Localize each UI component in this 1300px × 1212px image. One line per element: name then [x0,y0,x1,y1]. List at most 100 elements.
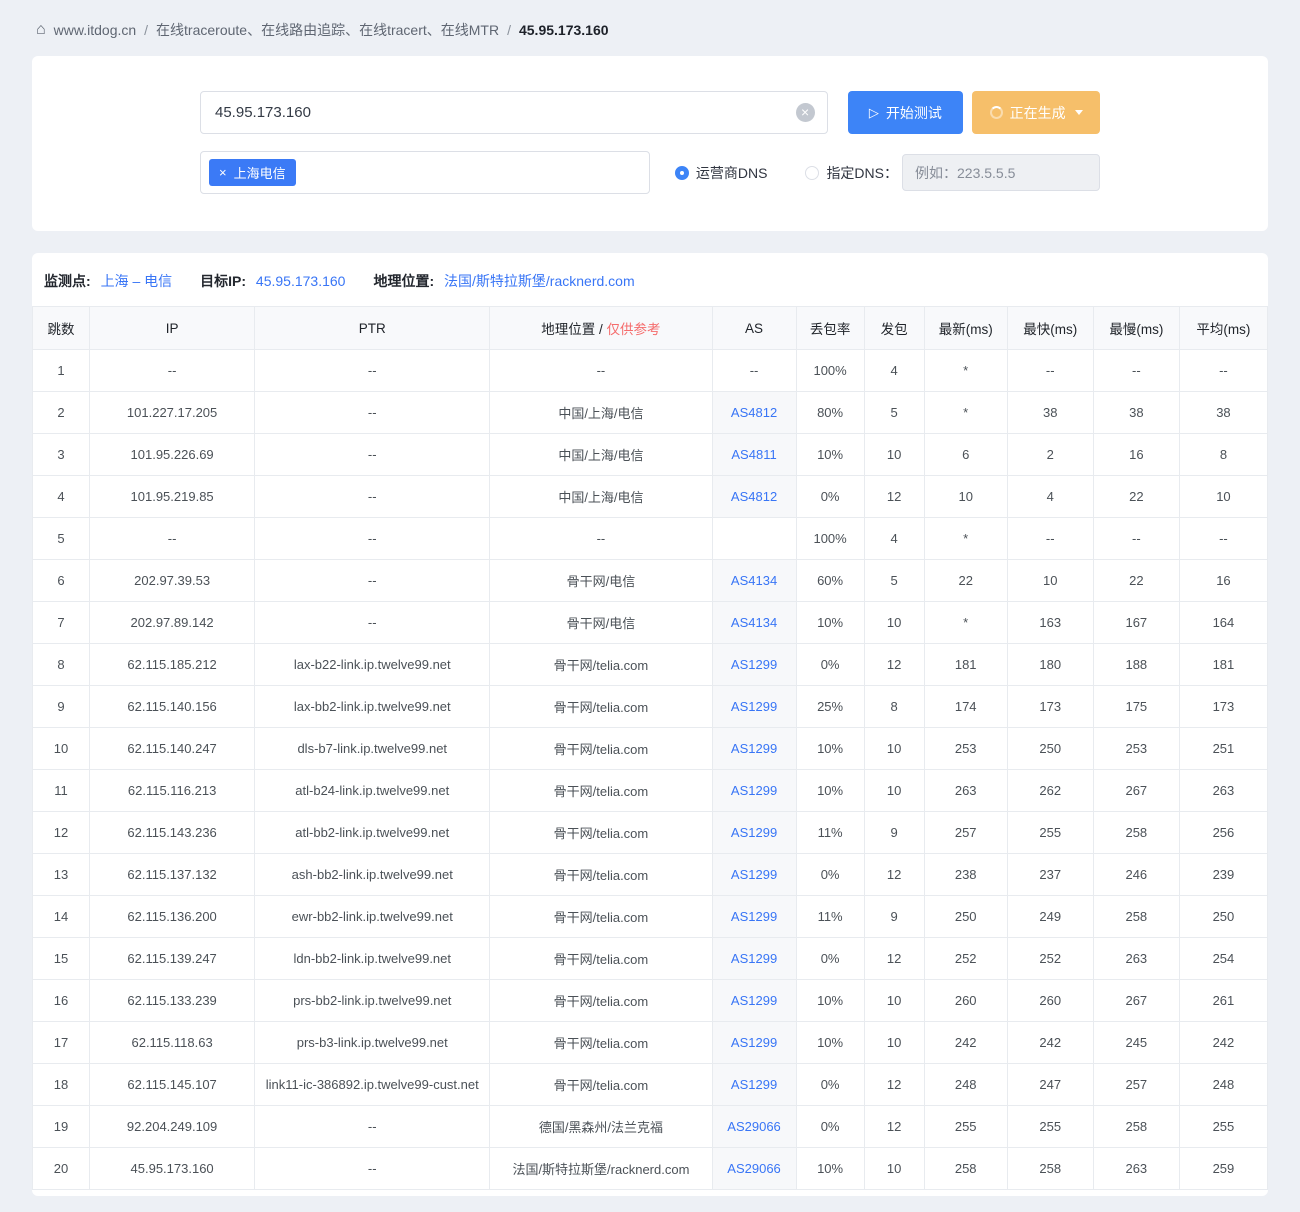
as-link[interactable]: AS4812 [731,405,777,420]
as-cell: AS1299 [711,853,797,896]
latest-cell: 6 [923,433,1008,476]
breadcrumb-site-link[interactable]: www.itdog.cn [54,22,136,38]
ptr-cell: -- [254,559,491,602]
target-ip-value-link[interactable]: 45.95.173.160 [256,273,346,289]
as-link[interactable]: AS4812 [731,489,777,504]
latest-cell: 242 [923,1021,1008,1064]
avg-cell: 256 [1178,811,1268,854]
ptr-cell: atl-b24-link.ip.twelve99.net [254,769,491,812]
breadcrumb-separator: / [144,22,149,38]
generating-label: 正在生成 [1009,104,1066,121]
table-row: 6 202.97.39.53 -- 骨干网/电信 AS4134 60% 5 22 10 22 16 [32,559,1268,602]
fastest-cell: 258 [1006,1147,1094,1190]
table-row: 12 62.115.143.236 atl-bb2-link.ip.twelve99… [32,811,1268,854]
start-test-button[interactable]: ▷ 开始测试 [847,91,964,134]
as-link[interactable]: AS4134 [731,615,777,630]
loss-cell: 0% [795,475,865,518]
as-link[interactable]: AS1299 [731,909,777,924]
sent-cell: 9 [863,811,925,854]
fastest-cell: 242 [1006,1021,1094,1064]
ip-cell: 101.95.226.69 [89,433,256,476]
ip-cell: 62.115.116.213 [89,769,256,812]
avg-cell: 261 [1178,979,1268,1022]
as-link[interactable]: AS1299 [731,1035,777,1050]
slowest-cell: 167 [1092,601,1180,644]
table-row: 9 62.115.140.156 lax-bb2-link.ip.twelve99.… [32,685,1268,728]
spinner-icon [989,106,1003,119]
avg-cell: 259 [1178,1147,1268,1190]
ptr-cell: link11-ic-386892.ip.twelve99-cust.net [254,1063,491,1106]
sent-cell: 12 [863,853,925,896]
monitor-value-link[interactable]: 上海 – 电信 [101,273,173,289]
geo-cell: 骨干网/telia.com [489,685,713,728]
latest-cell: 257 [923,811,1008,854]
as-link[interactable]: AS1299 [731,867,777,882]
header-loss: 丢包率 [795,306,865,350]
geo-cell: 骨干网/telia.com [489,1063,713,1106]
as-link[interactable]: AS1299 [731,951,777,966]
slowest-cell: 253 [1092,727,1180,770]
loss-cell: 10% [795,1147,865,1190]
loss-cell: 11% [795,811,865,854]
as-link[interactable]: AS1299 [731,783,777,798]
tag-close-icon[interactable]: × [219,166,227,179]
geo-cell: 骨干网/telia.com [489,979,713,1022]
geo-cell: 法国/斯特拉斯堡/racknerd.com [489,1147,713,1190]
loss-cell: 10% [795,433,865,476]
ip-cell: 62.115.139.247 [89,937,256,980]
as-cell: AS1299 [711,685,797,728]
loss-cell: 0% [795,1105,865,1148]
ptr-cell: -- [254,391,491,434]
avg-cell: 173 [1178,685,1268,728]
loss-cell: 80% [795,391,865,434]
as-cell: AS1299 [711,937,797,980]
table-row: 3 101.95.226.69 -- 中国/上海/电信 AS4811 10% 10 6 2 16 8 [32,433,1268,476]
header-avg: 平均(ms) [1178,306,1268,350]
header-slowest: 最慢(ms) [1092,306,1180,350]
generating-button[interactable]: 正在生成 [972,91,1100,134]
table-row: 10 62.115.140.247 dls-b7-link.ip.twelve99.… [32,727,1268,770]
target-input[interactable] [200,91,828,134]
hop-cell: 13 [32,853,91,896]
ptr-cell: ldn-bb2-link.ip.twelve99.net [254,937,491,980]
table-row: 13 62.115.137.132 ash-bb2-link.ip.twelve99… [32,853,1268,896]
as-link[interactable]: AS1299 [731,825,777,840]
slowest-cell: 258 [1092,811,1180,854]
latest-cell: 181 [923,643,1008,686]
geo-value-link[interactable]: 法国/斯特拉斯堡/racknerd.com [444,273,635,289]
custom-dns-input[interactable] [902,154,1100,191]
avg-cell: 242 [1178,1021,1268,1064]
fastest-cell: 180 [1006,643,1094,686]
custom-dns-label: 指定DNS： [826,164,898,181]
as-link[interactable]: AS1299 [731,741,777,756]
isp-dns-radio[interactable]: 运营商DNS [674,163,767,183]
result-summary: 监测点: 上海 – 电信 目标IP: 45.95.173.160 地理位置: 法… [32,253,1268,306]
as-link[interactable]: AS29066 [727,1161,781,1176]
fastest-cell: 10 [1006,559,1094,602]
ip-cell: 62.115.136.200 [89,895,256,938]
hop-cell: 12 [32,811,91,854]
loss-cell: 25% [795,685,865,728]
ip-cell: 62.115.145.107 [89,1063,256,1106]
hop-cell: 19 [32,1105,91,1148]
clear-input-icon[interactable]: × [795,103,815,122]
as-link[interactable]: AS1299 [731,1077,777,1092]
custom-dns-radio[interactable]: 指定DNS： [805,163,898,183]
table-row: 20 45.95.173.160 -- 法国/斯特拉斯堡/racknerd.com AS… [32,1147,1268,1190]
as-link[interactable]: AS29066 [727,1119,781,1134]
fastest-cell: 173 [1006,685,1094,728]
as-link[interactable]: AS4134 [731,573,777,588]
as-cell: AS1299 [711,895,797,938]
node-select-box[interactable]: × 上海电信 [200,151,650,194]
as-link[interactable]: AS1299 [731,699,777,714]
as-link[interactable]: AS1299 [731,657,777,672]
slowest-cell: 22 [1092,475,1180,518]
sent-cell: 10 [863,727,925,770]
as-link[interactable]: AS1299 [731,993,777,1008]
ip-cell: 101.95.219.85 [89,475,256,518]
ptr-cell: ash-bb2-link.ip.twelve99.net [254,853,491,896]
as-cell: AS1299 [711,769,797,812]
as-cell: AS1299 [711,979,797,1022]
as-link[interactable]: AS4811 [731,447,776,462]
table-row: 2 101.227.17.205 -- 中国/上海/电信 AS4812 80% 5 * 38 38… [32,391,1268,434]
